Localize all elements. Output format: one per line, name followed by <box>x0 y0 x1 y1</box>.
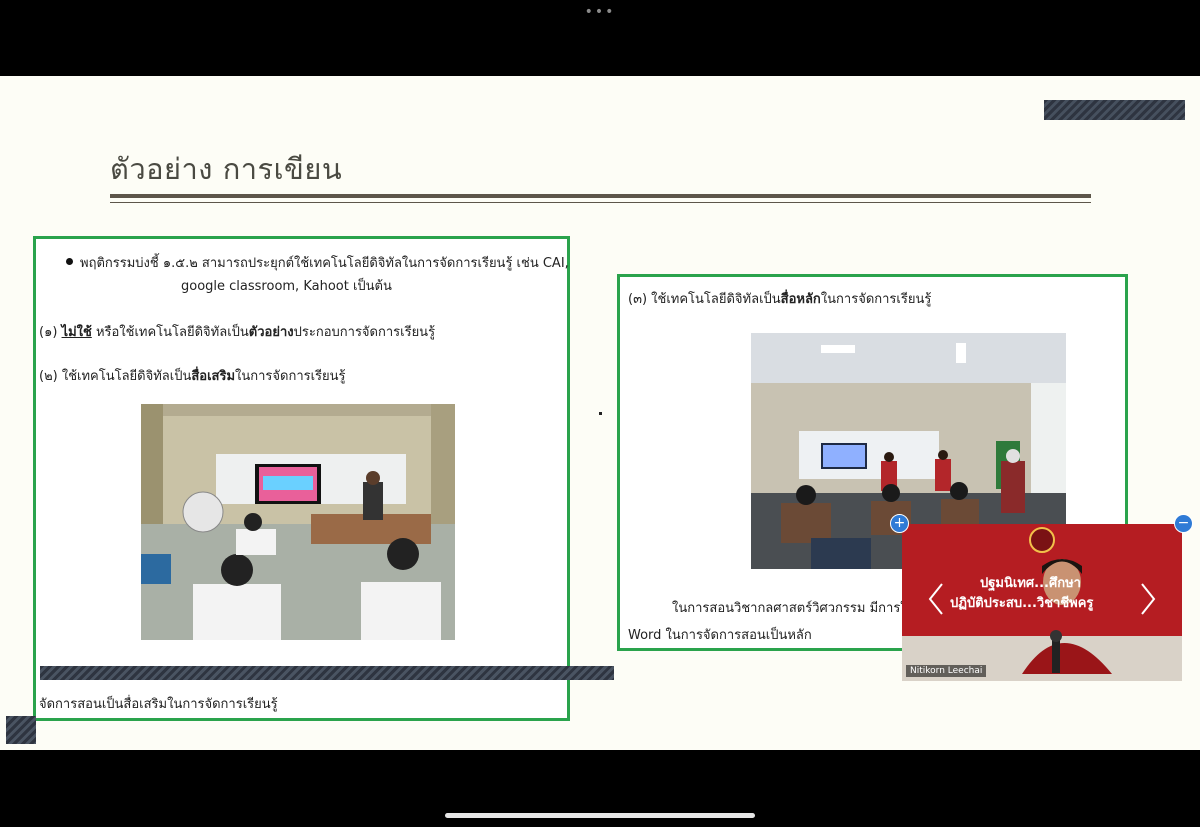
classroom-photo <box>141 404 455 640</box>
item-1-mid: หรือใช้เทคโนโลยีดิจิทัลเป็น <box>91 325 249 340</box>
item-1-bold: ตัวอย่าง <box>248 325 294 340</box>
bullet-text: พฤติกรรมบ่งชี้ ๑.๕.๒ สามารถประยุกต์ใช้เท… <box>80 256 569 271</box>
item-1-em: ไม่ใช้ <box>61 325 92 340</box>
right-caption-line2: Word ในการจัดการสอนเป็นหลัก <box>628 628 812 643</box>
left-caption: จัดการสอนเป็นสื่อเสริมในการจัดการเรียนรู… <box>39 697 278 712</box>
title-rule-thin <box>110 202 1091 203</box>
item-3-suffix: ในการจัดการเรียนรู้ <box>820 292 932 307</box>
banner-line-1: ปฐมนิเทศ...ศึกษา <box>980 576 1081 591</box>
decorative-square <box>6 716 36 744</box>
home-indicator[interactable] <box>445 813 755 818</box>
classroom-photo-graphic <box>141 404 455 640</box>
banner-line-2: ปฏิบัติประสบ...วิชาชีพครู <box>950 596 1094 611</box>
item-2-suffix: ในการจัดการเรียนรู้ <box>235 369 346 384</box>
item-2-bold: สื่อเสริม <box>191 369 236 384</box>
item-2: (๒) ใช้เทคโนโลยีดิจิทัลเป็นสื่อเสริมในกา… <box>39 365 346 386</box>
left-example-box: พฤติกรรมบ่งชี้ ๑.๕.๒ สามารถประยุกต์ใช้เท… <box>33 236 570 721</box>
top-more-dots[interactable]: ••• <box>580 4 620 20</box>
item-1: (๑) ไม่ใช้ หรือใช้เทคโนโลยีดิจิทัลเป็นตั… <box>39 321 435 342</box>
bullet-text-line2: google classroom, Kahoot เป็นต้น <box>181 279 392 294</box>
slide-title: ตัวอย่าง การเขียน <box>110 152 343 186</box>
bullet-icon <box>66 258 73 265</box>
minimize-video-button[interactable]: − <box>1174 514 1193 533</box>
title-rule <box>110 194 1091 198</box>
item-3-bold: สื่อหลัก <box>780 292 821 307</box>
participant-video-tile[interactable]: ปฐมนิเทศ...ศึกษา ปฏิบัติประสบ...วิชาชีพค… <box>902 524 1182 681</box>
item-1-suffix: ประกอบการจัดการเรียนรู้ <box>293 325 436 340</box>
item-2-prefix: (๒) ใช้เทคโนโลยีดิจิทัลเป็น <box>39 369 192 384</box>
decorative-striped-bar <box>40 666 614 680</box>
expand-video-button[interactable]: + <box>890 514 909 533</box>
item-1-prefix: (๑) <box>39 325 62 340</box>
participant-name-label: Nitikorn Leechai <box>906 665 987 677</box>
decorative-bar <box>1044 100 1185 120</box>
right-caption-line1: ในการสอนวิชากลศาสตร์วิศวกรรม มีการใช้ <box>672 601 916 616</box>
decorative-dot <box>599 412 602 415</box>
item-3: (๓) ใช้เทคโนโลยีดิจิทัลเป็นสื่อหลักในการ… <box>628 288 931 309</box>
item-3-prefix: (๓) ใช้เทคโนโลยีดิจิทัลเป็น <box>628 292 781 307</box>
